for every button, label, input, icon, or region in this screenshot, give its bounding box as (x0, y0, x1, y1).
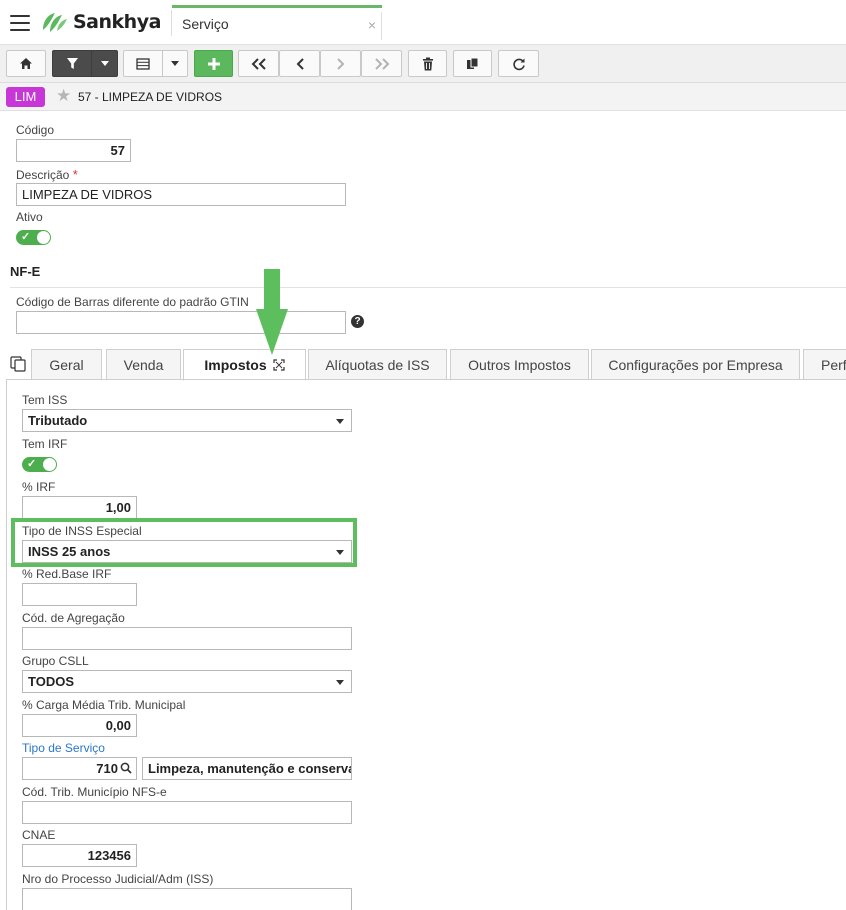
previous-record-button[interactable] (279, 50, 320, 77)
grid-icon (136, 57, 150, 70)
add-button[interactable] (194, 50, 233, 77)
ativo-label: Ativo (16, 210, 43, 224)
section-divider (10, 287, 846, 288)
codigo-label: Código (16, 123, 55, 137)
chevron-down-icon (336, 419, 344, 424)
double-chevron-left-icon (251, 57, 266, 70)
check-icon: ✓ (21, 231, 31, 243)
grupo-csll-select[interactable]: TODOS (22, 670, 352, 693)
help-icon[interactable]: ? (351, 315, 364, 328)
grid-view-button[interactable] (123, 50, 163, 77)
descricao-label: Descrição * (16, 167, 78, 182)
required-marker: * (72, 167, 78, 182)
irf-pct-label: % IRF (22, 480, 56, 494)
grupo-csll-label: Grupo CSLL (22, 654, 89, 668)
last-record-button[interactable] (361, 50, 402, 77)
app-header: Sankhya Serviço × (0, 0, 846, 45)
cod-agregacao-label: Cód. de Agregação (22, 611, 125, 625)
tab-panel-left-border (6, 379, 7, 910)
tipo-servico-description: Limpeza, manutenção e conserva (142, 757, 352, 780)
filter-dropdown-button[interactable] (91, 50, 118, 77)
nro-processo-label: Nro do Processo Judicial/Adm (ISS) (22, 872, 214, 886)
trash-icon (422, 57, 433, 70)
tab-outros-impostos[interactable]: Outros Impostos (450, 349, 589, 380)
gtin-label: Código de Barras diferente do padrão GTI… (16, 295, 249, 309)
grid-dropdown-button[interactable] (162, 50, 188, 77)
gtin-field[interactable] (16, 311, 346, 334)
irf-pct-field[interactable]: 1,00 (22, 496, 137, 519)
record-badge[interactable]: LIM (6, 87, 45, 107)
grupo-csll-value: TODOS (28, 674, 74, 689)
cnae-field[interactable]: 123456 (22, 844, 137, 867)
tab-impostos-label: Impostos (204, 357, 267, 373)
red-base-irf-field[interactable] (22, 583, 137, 606)
tem-iss-label: Tem ISS (22, 393, 68, 407)
refresh-icon (512, 58, 525, 70)
cod-agregacao-field[interactable] (22, 627, 352, 650)
chevron-left-icon (296, 57, 304, 70)
toggle-knob (37, 231, 50, 244)
ativo-toggle[interactable]: ✓ (16, 230, 51, 245)
toolbar (0, 45, 846, 83)
tipo-servico-code: 710 (96, 761, 118, 776)
close-icon[interactable]: × (368, 17, 376, 33)
tab-panel-border (6, 379, 846, 380)
home-button[interactable] (6, 50, 46, 77)
home-icon (20, 58, 32, 69)
tab-perf[interactable]: Perf (803, 349, 846, 380)
tem-irf-toggle[interactable]: ✓ (22, 457, 57, 472)
next-record-button[interactable] (320, 50, 361, 77)
page-tab-servico[interactable]: Serviço × (172, 5, 382, 45)
tab-aliquotas-iss[interactable]: Alíquotas de ISS (308, 349, 447, 380)
duplicate-button[interactable] (453, 50, 492, 77)
filter-button[interactable] (52, 50, 92, 77)
toggle-knob (43, 458, 56, 471)
chevron-right-icon (336, 57, 344, 70)
record-title: 57 - LIMPEZA DE VIDROS (78, 90, 223, 104)
first-record-button[interactable] (238, 50, 279, 77)
page-tab-divider (381, 12, 382, 40)
nfe-section-title: NF-E (10, 264, 41, 279)
tab-venda[interactable]: Venda (106, 349, 181, 380)
plus-icon (207, 57, 220, 70)
tem-iss-select[interactable]: Tributado (22, 409, 352, 432)
red-base-irf-label: % Red.Base IRF (22, 567, 112, 581)
chevron-down-icon (336, 680, 344, 685)
tipo-servico-link[interactable]: Tipo de Serviço (22, 741, 105, 755)
favorite-star-icon[interactable]: ★ (56, 87, 71, 105)
search-icon[interactable] (120, 762, 132, 774)
cod-trib-field[interactable] (22, 801, 352, 824)
nro-processo-field[interactable] (22, 888, 352, 910)
descricao-label-text: Descrição (16, 168, 70, 182)
delete-button[interactable] (408, 50, 447, 77)
check-icon: ✓ (27, 458, 37, 470)
codigo-field[interactable]: 57 (16, 139, 131, 162)
chevron-down-icon (171, 61, 179, 66)
tab-bar: Geral Venda Impostos Alíquotas de ISS Ou… (0, 349, 846, 381)
menu-icon[interactable] (10, 15, 30, 31)
descricao-field[interactable]: LIMPEZA DE VIDROS (16, 183, 346, 206)
sankhya-logo-mark (43, 13, 67, 32)
record-header: LIM ★ 57 - LIMPEZA DE VIDROS (0, 83, 846, 111)
carga-media-label: % Carga Média Trib. Municipal (22, 698, 186, 712)
tem-iss-value: Tributado (28, 413, 88, 428)
annotation-arrow-icon (256, 269, 288, 355)
filter-icon (66, 58, 78, 69)
cnae-label: CNAE (22, 828, 56, 842)
chevron-down-icon (100, 61, 109, 66)
annotation-highlight-box (11, 518, 357, 567)
copy-icon (466, 57, 478, 69)
refresh-button[interactable] (498, 50, 539, 77)
sankhya-logo[interactable]: Sankhya (40, 9, 161, 35)
brand-name: Sankhya (73, 11, 161, 33)
tab-configuracoes-empresa[interactable]: Configurações por Empresa (591, 349, 800, 380)
page-tab-label: Serviço (182, 16, 229, 32)
tipo-servico-code-field[interactable]: 710 (22, 757, 137, 780)
tab-geral[interactable]: Geral (31, 349, 102, 380)
carga-media-field[interactable]: 0,00 (22, 714, 137, 737)
cod-trib-label: Cód. Trib. Município NFS-e (22, 785, 167, 799)
double-chevron-right-icon (374, 57, 389, 70)
tem-irf-label: Tem IRF (22, 437, 68, 451)
expand-icon[interactable] (273, 359, 285, 371)
